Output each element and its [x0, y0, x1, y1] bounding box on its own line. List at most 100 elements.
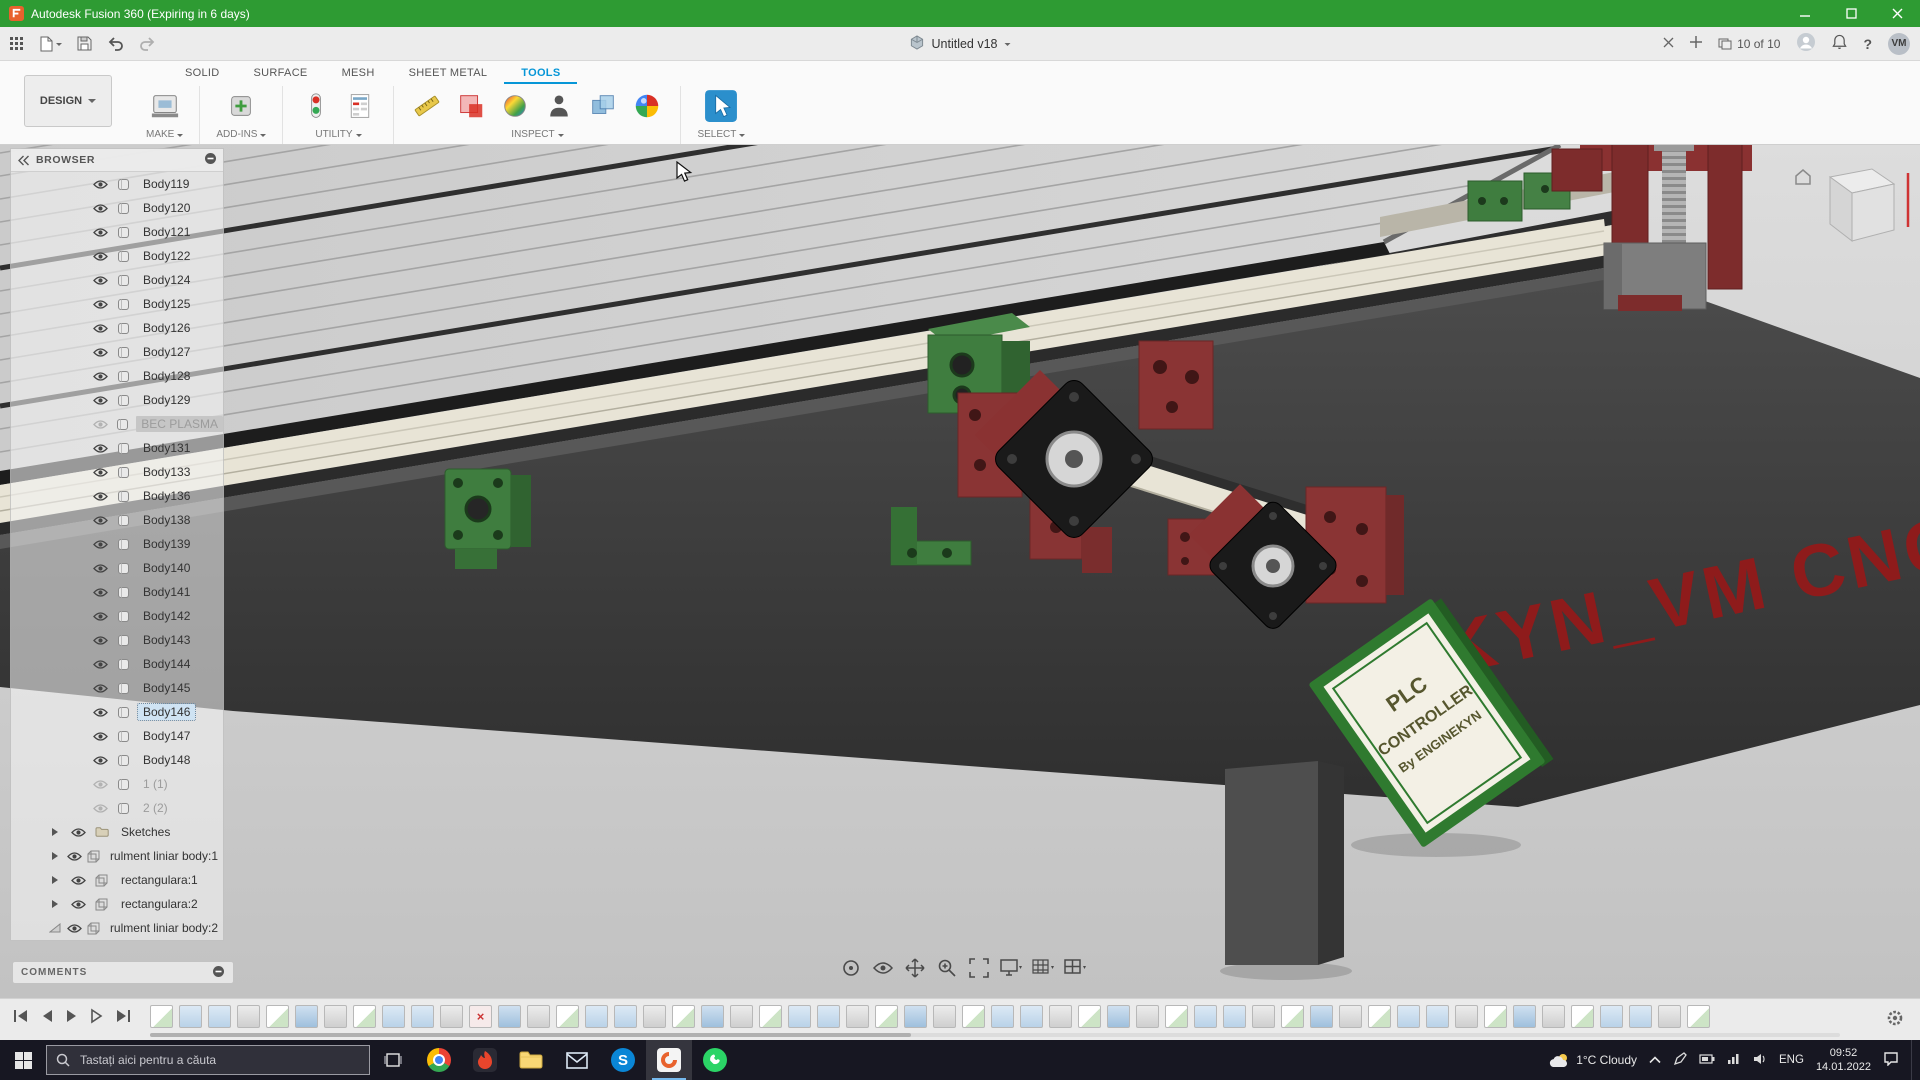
- expand-arrow-icon[interactable]: [49, 828, 71, 836]
- browser-item-label[interactable]: Body142: [138, 608, 195, 624]
- interference-icon[interactable]: [586, 89, 620, 123]
- visibility-eye-icon[interactable]: [71, 875, 95, 886]
- notifications-bell-icon[interactable]: [1832, 34, 1847, 53]
- visibility-eye-icon[interactable]: [93, 275, 117, 286]
- browser-item-label[interactable]: Body140: [138, 560, 195, 576]
- browser-item-label[interactable]: Body144: [138, 656, 195, 672]
- visibility-eye-icon[interactable]: [93, 587, 117, 598]
- minimize-button[interactable]: [1782, 0, 1828, 27]
- account-icon[interactable]: [1796, 32, 1816, 55]
- ribbon-group-label[interactable]: INSPECT: [511, 129, 554, 140]
- look-at-icon[interactable]: [872, 957, 894, 979]
- visibility-eye-icon[interactable]: [93, 659, 117, 670]
- visibility-eye-icon[interactable]: [93, 395, 117, 406]
- timeline-feature-icon[interactable]: [295, 1005, 318, 1028]
- timeline-feature-icon[interactable]: [1107, 1005, 1130, 1028]
- timeline-feature-icon[interactable]: [1542, 1005, 1565, 1028]
- browser-item-label[interactable]: rectangulara:2: [116, 896, 203, 912]
- browser-item-label[interactable]: Body127: [138, 344, 195, 360]
- browser-item-label[interactable]: Body133: [138, 464, 195, 480]
- visibility-eye-icon[interactable]: [93, 563, 117, 574]
- browser-item-label[interactable]: Body119: [138, 176, 194, 192]
- timeline-feature-icon[interactable]: [1455, 1005, 1478, 1028]
- visibility-eye-icon[interactable]: [93, 227, 117, 238]
- visibility-eye-icon[interactable]: [67, 851, 87, 862]
- timeline-feature-icon[interactable]: [382, 1005, 405, 1028]
- user-avatar[interactable]: VM: [1888, 33, 1910, 55]
- browser-row[interactable]: Body148: [11, 748, 223, 772]
- pan-icon[interactable]: [904, 957, 926, 979]
- browser-row[interactable]: rulment liniar body:1: [11, 844, 223, 868]
- timeline-feature-icon[interactable]: [759, 1005, 782, 1028]
- file-menu-icon[interactable]: [39, 36, 62, 52]
- tab-tools[interactable]: TOOLS: [504, 64, 577, 84]
- visibility-eye-icon[interactable]: [93, 491, 117, 502]
- timeline-feature-icon[interactable]: [1223, 1005, 1246, 1028]
- app-grid-icon[interactable]: [10, 37, 24, 51]
- pen-tray-icon[interactable]: [1673, 1052, 1687, 1069]
- browser-row[interactable]: Body124: [11, 268, 223, 292]
- browser-row[interactable]: Body127: [11, 340, 223, 364]
- browser-row[interactable]: Body121: [11, 220, 223, 244]
- browser-item-label[interactable]: rectangulara:1: [116, 872, 203, 888]
- visibility-eye-icon[interactable]: [93, 347, 117, 358]
- skype-icon[interactable]: S: [600, 1040, 646, 1080]
- timeline-feature-icon[interactable]: [962, 1005, 985, 1028]
- mail-icon[interactable]: [554, 1040, 600, 1080]
- browser-item-label[interactable]: Body145: [138, 680, 195, 696]
- timeline-feature-icon[interactable]: [1426, 1005, 1449, 1028]
- browser-row[interactable]: Body143: [11, 628, 223, 652]
- visibility-eye-icon[interactable]: [93, 731, 117, 742]
- timeline-feature-icon[interactable]: [875, 1005, 898, 1028]
- visibility-eye-icon[interactable]: [93, 467, 117, 478]
- comments-bar[interactable]: COMMENTS: [12, 961, 234, 984]
- browser-item-label[interactable]: Body124: [138, 272, 195, 288]
- timeline-feature-icon[interactable]: [904, 1005, 927, 1028]
- browser-row[interactable]: Body129: [11, 388, 223, 412]
- timeline-feature-icon[interactable]: [991, 1005, 1014, 1028]
- visibility-eye-icon[interactable]: [93, 419, 116, 430]
- orbit-icon[interactable]: [840, 957, 862, 979]
- timeline-feature-icon[interactable]: [411, 1005, 434, 1028]
- visibility-eye-icon[interactable]: [67, 923, 87, 934]
- browser-row[interactable]: Body144: [11, 652, 223, 676]
- timeline-feature-icon[interactable]: [1513, 1005, 1536, 1028]
- app-icon-red[interactable]: [462, 1040, 508, 1080]
- browser-item-label[interactable]: 1 (1): [138, 776, 173, 792]
- timeline-feature-icon[interactable]: [846, 1005, 869, 1028]
- network-tray-icon[interactable]: [1727, 1053, 1741, 1067]
- close-button[interactable]: [1874, 0, 1920, 27]
- ergonomics-person-icon[interactable]: [542, 89, 576, 123]
- comments-options-icon[interactable]: [212, 965, 225, 981]
- browser-item-label[interactable]: Body148: [138, 752, 195, 768]
- browser-item-label[interactable]: Body128: [138, 368, 195, 384]
- battery-tray-icon[interactable]: [1699, 1053, 1715, 1067]
- timeline-feature-icon[interactable]: [672, 1005, 695, 1028]
- curvature-analysis-icon[interactable]: [498, 89, 532, 123]
- browser-row[interactable]: Body138: [11, 508, 223, 532]
- redo-icon[interactable]: [139, 37, 156, 51]
- visibility-eye-icon[interactable]: [93, 707, 117, 718]
- timeline-feature-icon[interactable]: [643, 1005, 666, 1028]
- timeline-feature-icon[interactable]: [1629, 1005, 1652, 1028]
- collapse-chevrons-icon[interactable]: [17, 155, 30, 166]
- tab-solid[interactable]: SOLID: [168, 64, 237, 84]
- expand-arrow-icon[interactable]: [49, 876, 71, 884]
- timeline-feature-icon[interactable]: [1252, 1005, 1275, 1028]
- timeline-feature-icon[interactable]: [150, 1005, 173, 1028]
- timeline-feature-icon[interactable]: [1281, 1005, 1304, 1028]
- browser-item-label[interactable]: Body147: [138, 728, 195, 744]
- timeline-feature-icon[interactable]: [1165, 1005, 1188, 1028]
- browser-options-icon[interactable]: [204, 152, 217, 168]
- timeline-feature-icon[interactable]: [1600, 1005, 1623, 1028]
- expand-arrow-icon[interactable]: [49, 852, 67, 860]
- visibility-eye-icon[interactable]: [93, 755, 117, 766]
- visibility-eye-icon[interactable]: [93, 251, 117, 262]
- timeline-feature-icon[interactable]: [1397, 1005, 1420, 1028]
- browser-header[interactable]: BROWSER: [11, 149, 223, 172]
- timeline-feature-icon[interactable]: [701, 1005, 724, 1028]
- browser-item-label[interactable]: Body131: [138, 440, 195, 456]
- timeline-feature-icon[interactable]: [208, 1005, 231, 1028]
- file-explorer-icon[interactable]: [508, 1040, 554, 1080]
- visibility-eye-icon[interactable]: [93, 371, 117, 382]
